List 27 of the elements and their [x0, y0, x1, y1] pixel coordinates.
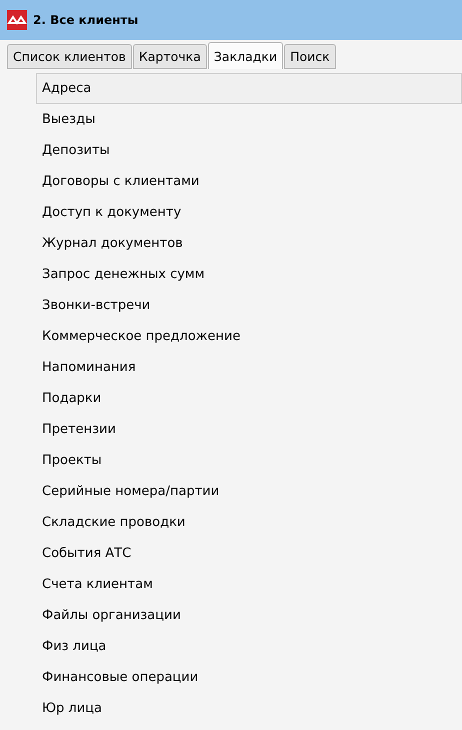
list-item[interactable]: Коммерческое предложение — [36, 321, 462, 352]
list-item[interactable]: Юр лица — [36, 693, 462, 724]
app-logo-icon — [7, 10, 27, 30]
tab[interactable]: Поиск — [284, 44, 336, 69]
list-item[interactable]: Подарки — [36, 383, 462, 414]
list-item[interactable]: Договоры с клиентами — [36, 166, 462, 197]
list-item[interactable]: Звонки-встречи — [36, 290, 462, 321]
list-item[interactable]: Доступ к документу — [36, 197, 462, 228]
list-item[interactable]: Проекты — [36, 445, 462, 476]
list-item[interactable]: Файлы организации — [36, 600, 462, 631]
tab[interactable]: Закладки — [208, 42, 284, 69]
list-item[interactable]: Серийные номера/партии — [36, 476, 462, 507]
window-title: 2. Все клиенты — [33, 13, 138, 27]
list-item[interactable]: Адреса — [36, 73, 462, 104]
list-item[interactable]: Складские проводки — [36, 507, 462, 538]
list-item[interactable]: Финансовые операции — [36, 662, 462, 693]
list-item[interactable]: Журнал документов — [36, 228, 462, 259]
list-item[interactable]: Физ лица — [36, 631, 462, 662]
list-item[interactable]: Запрос денежных сумм — [36, 259, 462, 290]
list-item[interactable]: Претензии — [36, 414, 462, 445]
list-item[interactable]: Выезды — [36, 104, 462, 135]
tab[interactable]: Список клиентов — [7, 44, 132, 69]
list-item[interactable]: События АТС — [36, 538, 462, 569]
list-item[interactable]: Депозиты — [36, 135, 462, 166]
list-item[interactable]: Напоминания — [36, 352, 462, 383]
tab[interactable]: Карточка — [132, 44, 207, 69]
list-item[interactable]: Счета клиентам — [36, 569, 462, 600]
